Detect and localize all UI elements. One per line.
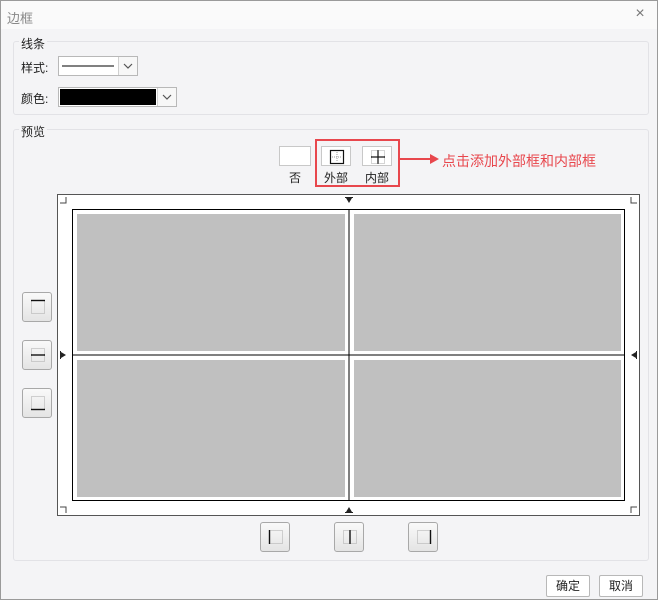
border-vertical-inner-button[interactable]: [334, 522, 364, 552]
border-right-button[interactable]: [408, 522, 438, 552]
border-dialog: 边框 × 线条 样式: 颜色: 预览 否 外部 内部 点击添加外部框和内部框 确…: [0, 0, 658, 600]
line-color-select[interactable]: [58, 87, 177, 107]
chevron-down-icon: [162, 94, 172, 100]
border-right-icon: [417, 530, 432, 544]
preview-cell-top-left: [77, 214, 345, 351]
preview-cell-bottom-right: [354, 360, 621, 497]
dialog-title: 边框: [7, 11, 34, 26]
line-group-label: 线条: [19, 35, 48, 52]
preview-cell-top-right: [354, 214, 621, 351]
preset-none-label: 否: [288, 171, 301, 185]
border-top-button[interactable]: [22, 292, 52, 322]
color-label: 颜色:: [21, 92, 49, 106]
border-left-icon: [268, 530, 283, 544]
border-horizontal-inner-button[interactable]: [22, 340, 52, 370]
close-icon[interactable]: ×: [633, 6, 647, 22]
cancel-button[interactable]: 取消: [599, 575, 643, 597]
line-style-dropdown[interactable]: [118, 57, 137, 75]
preset-none-button[interactable]: [279, 146, 311, 166]
border-horizontal-inner-icon: [31, 348, 45, 362]
style-label: 样式:: [21, 61, 49, 75]
border-bottom-button[interactable]: [22, 388, 52, 418]
border-top-icon: [31, 299, 45, 314]
arrow-right-icon: [400, 154, 439, 164]
line-style-select[interactable]: [58, 56, 138, 76]
border-left-button[interactable]: [260, 522, 290, 552]
annotation-text: 点击添加外部框和内部框: [442, 153, 596, 169]
line-style-preview: [62, 65, 114, 67]
line-color-dropdown[interactable]: [157, 88, 176, 106]
border-bottom-icon: [31, 396, 45, 411]
border-preview-area[interactable]: [57, 194, 640, 516]
preview-cell-bottom-left: [77, 360, 345, 497]
color-swatch: [60, 89, 156, 105]
border-vertical-inner-icon: [343, 530, 357, 544]
ok-button[interactable]: 确定: [546, 575, 590, 597]
chevron-down-icon: [123, 63, 133, 69]
preset-highlight-box: [315, 139, 400, 187]
title-bar: 边框 ×: [1, 1, 657, 29]
preview-group-label: 预览: [19, 123, 48, 140]
